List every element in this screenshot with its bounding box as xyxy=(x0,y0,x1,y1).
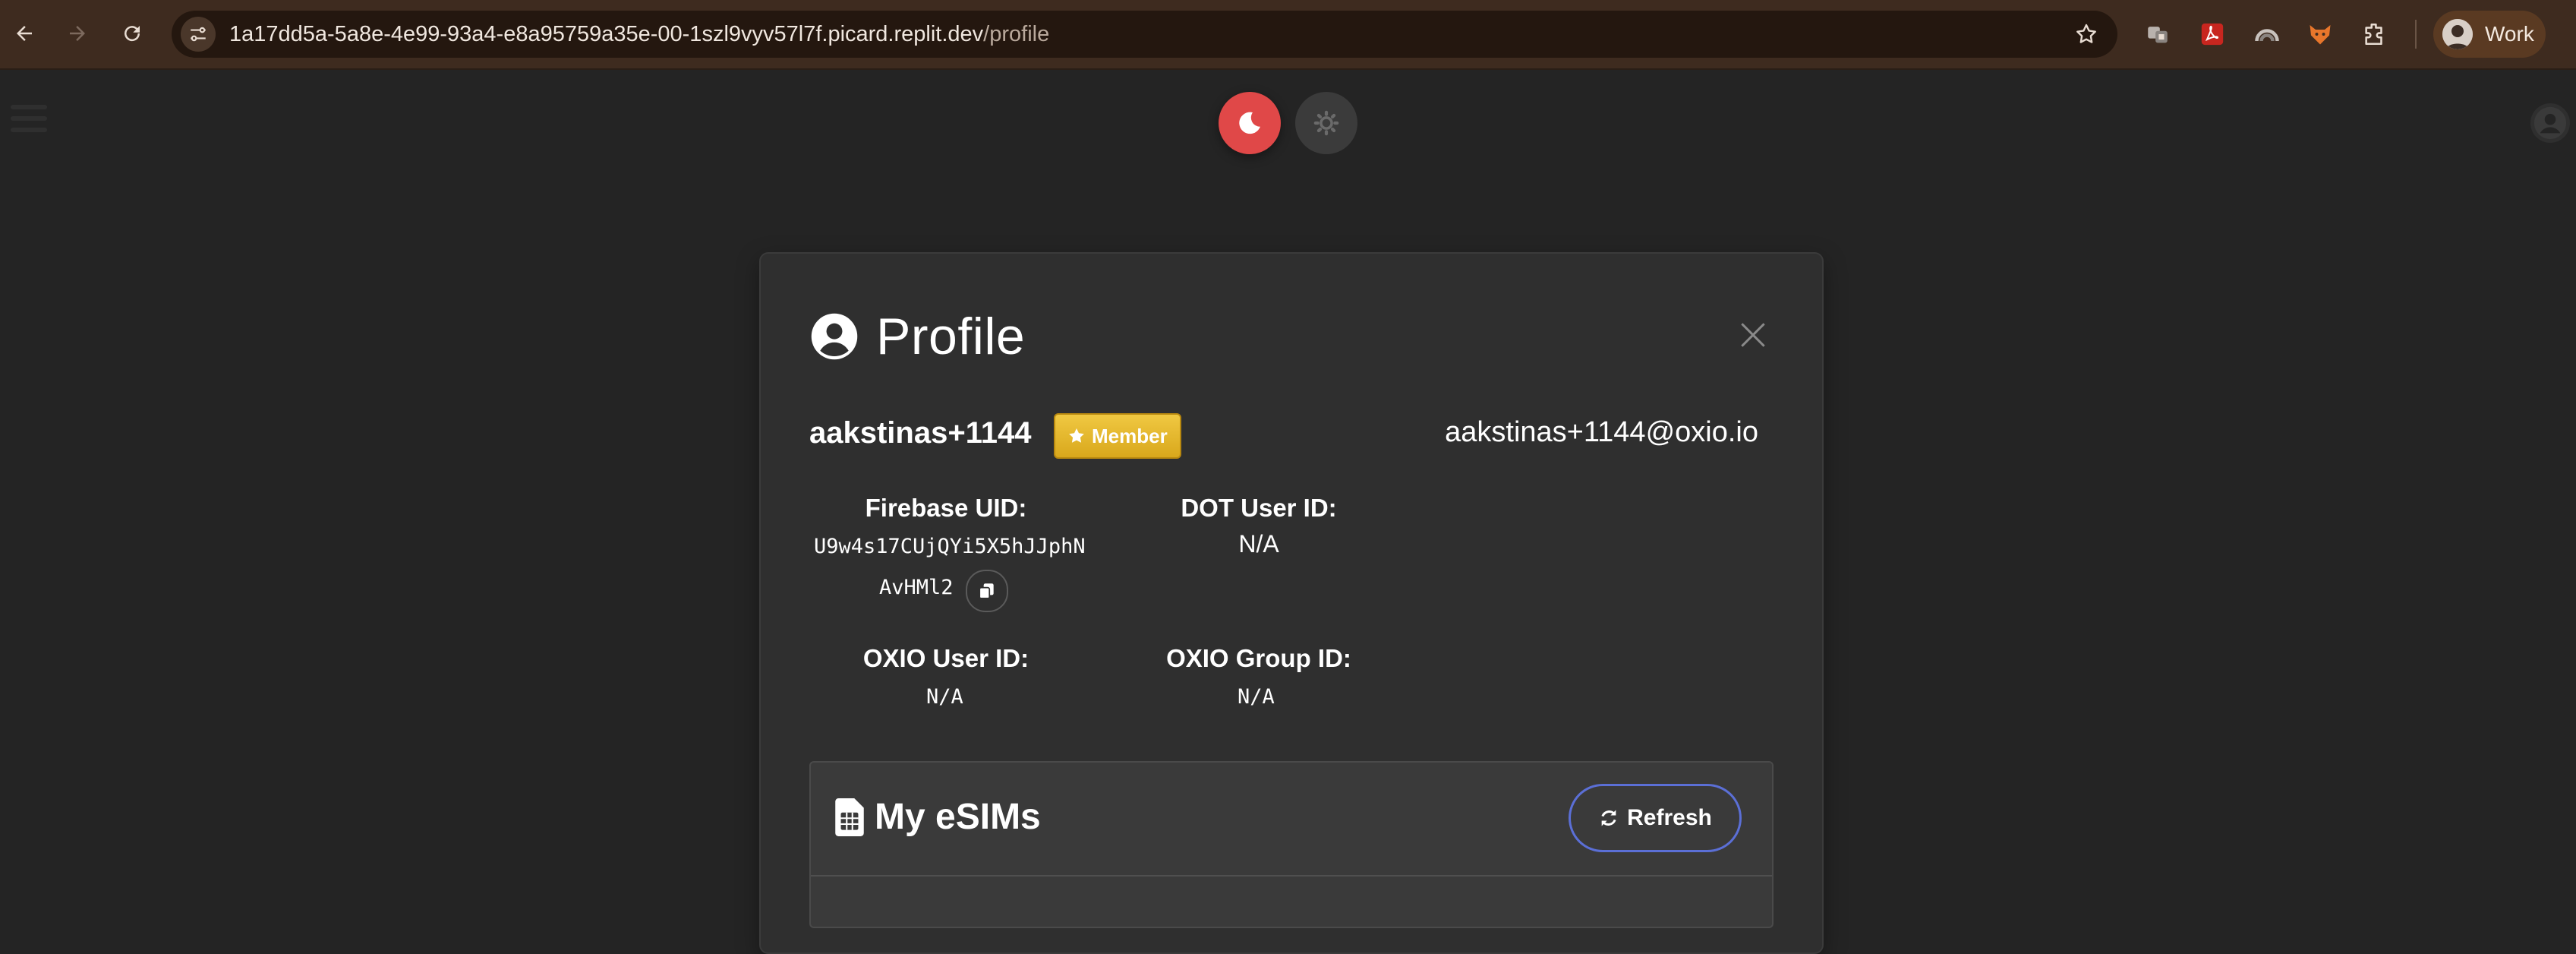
member-badge: Member xyxy=(1054,413,1181,459)
browser-toolbar: 1a17dd5a-5a8e-4e99-93a4-e8a95759a35e-00-… xyxy=(0,0,2576,70)
badge-label: Member xyxy=(1092,424,1168,447)
dot-user-id-value: N/A xyxy=(1238,530,1279,558)
url-host: 1a17dd5a-5a8e-4e99-93a4-e8a95759a35e-00-… xyxy=(229,22,984,46)
oxio-user-id-label: OXIO User ID: xyxy=(862,644,1029,672)
firebase-uid-value-line2: AvHMl2 xyxy=(879,576,954,599)
close-icon[interactable] xyxy=(1733,314,1774,355)
avatar xyxy=(2442,19,2473,49)
dot-user-id-label: DOT User ID: xyxy=(1181,494,1337,522)
light-theme-button[interactable] xyxy=(1295,92,1357,154)
oxio-user-id-value: N/A xyxy=(926,685,963,709)
forward-icon[interactable] xyxy=(58,14,97,53)
esims-header: My eSIMs Refresh xyxy=(811,763,1772,877)
dark-theme-button[interactable] xyxy=(1219,92,1281,154)
username: aakstinas+1144 xyxy=(809,416,1032,450)
esims-title: My eSIMs xyxy=(835,796,1041,838)
back-icon[interactable] xyxy=(5,14,44,53)
site-info-icon[interactable] xyxy=(181,17,216,52)
menu-icon[interactable] xyxy=(11,105,47,135)
profile-card: Profile aakstinas+1144 Member aakstinas+… xyxy=(759,252,1824,954)
translate-extension-icon[interactable] xyxy=(2140,17,2175,52)
refresh-label: Refresh xyxy=(1627,805,1712,830)
address-bar[interactable]: 1a17dd5a-5a8e-4e99-93a4-e8a95759a35e-00-… xyxy=(172,11,2117,58)
oxio-group-id-label: OXIO Group ID: xyxy=(1166,644,1351,672)
fox-extension-icon[interactable] xyxy=(2303,17,2338,52)
sim-card-icon xyxy=(835,798,864,836)
profile-title: Profile xyxy=(876,308,1026,365)
firebase-uid-value-line1: U9w4s17CUjQYi5X5hJJphN xyxy=(814,535,1086,558)
bookmark-star-icon[interactable] xyxy=(2072,20,2101,49)
page-title: Profile xyxy=(809,307,1025,366)
moon-icon xyxy=(1239,112,1260,134)
firebase-uid-label: Firebase UID: xyxy=(865,494,1027,522)
reload-icon[interactable] xyxy=(112,14,152,53)
user-email: aakstinas+1144@oxio.io xyxy=(1445,416,1758,448)
gear-sun-icon xyxy=(1313,110,1339,136)
arc-extension-icon[interactable] xyxy=(2250,17,2284,52)
copy-uid-button[interactable] xyxy=(966,570,1008,612)
profile-label: Work xyxy=(2485,22,2534,46)
refresh-button[interactable]: Refresh xyxy=(1569,784,1742,852)
url-path: /profile xyxy=(983,22,1050,46)
pdf-extension-icon[interactable] xyxy=(2195,17,2230,52)
esims-heading: My eSIMs xyxy=(875,797,1041,837)
oxio-group-id-value: N/A xyxy=(1238,685,1275,709)
user-account-icon[interactable] xyxy=(2530,103,2570,143)
toolbar-divider xyxy=(2415,20,2417,49)
extensions-puzzle-icon[interactable] xyxy=(2357,17,2392,52)
esims-panel: My eSIMs Refresh xyxy=(809,761,1774,928)
user-circle-icon xyxy=(811,313,858,360)
star-icon xyxy=(1069,428,1084,443)
browser-profile-button[interactable]: Work xyxy=(2433,11,2546,58)
copy-icon xyxy=(979,583,994,599)
url-text: 1a17dd5a-5a8e-4e99-93a4-e8a95759a35e-00-… xyxy=(229,21,1049,47)
refresh-icon xyxy=(1601,810,1616,826)
